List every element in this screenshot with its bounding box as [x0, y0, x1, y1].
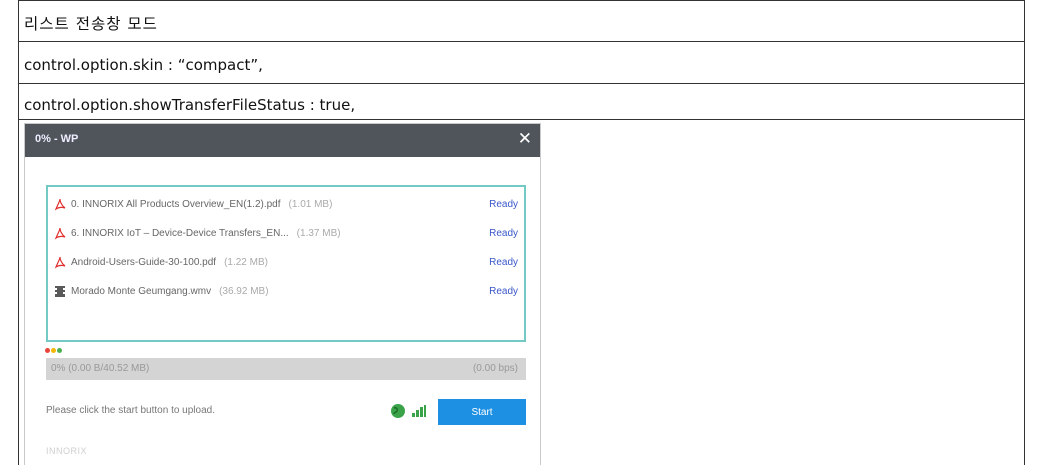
- file-row[interactable]: 6. INNORIX IoT – Device-Device Transfers…: [48, 224, 524, 246]
- pdf-icon: [54, 198, 66, 211]
- globe-icon[interactable]: [390, 403, 406, 419]
- option-skin-line: control.option.skin : “compact”,: [24, 56, 263, 74]
- file-status: Ready: [489, 199, 518, 210]
- section-heading: 리스트 전송창 모드: [24, 15, 158, 33]
- dialog-title: 0% - WP: [35, 133, 79, 145]
- file-list[interactable]: 0. INNORIX All Products Overview_EN(1.2)…: [46, 185, 526, 342]
- dialog-titlebar: 0% - WP ✕: [25, 124, 540, 157]
- file-name: 0. INNORIX All Products Overview_EN(1.2)…: [71, 199, 333, 210]
- video-file-icon: [55, 286, 65, 297]
- file-name: Android-Users-Guide-30-100.pdf (1.22 MB): [71, 257, 268, 268]
- start-button[interactable]: Start: [438, 399, 526, 425]
- transfer-speed: (0.00 bps): [472, 363, 518, 374]
- pdf-icon: [54, 256, 66, 269]
- file-name: 6. INNORIX IoT – Device-Device Transfers…: [71, 228, 341, 239]
- file-row[interactable]: 0. INNORIX All Products Overview_EN(1.2)…: [48, 195, 524, 217]
- status-dots: [45, 348, 75, 354]
- pdf-icon: [54, 227, 66, 240]
- transfer-dialog: 0% - WP ✕ 0. INNORIX All Products Overvi…: [24, 123, 541, 465]
- status-dot: [57, 348, 62, 353]
- file-status: Ready: [489, 257, 518, 268]
- status-dot: [51, 348, 56, 353]
- status-dot: [45, 348, 50, 353]
- file-name: Morado Monte Geumgang.wmv (36.92 MB): [71, 286, 269, 297]
- close-icon[interactable]: ✕: [518, 129, 532, 149]
- divider: [18, 83, 1025, 84]
- divider: [18, 41, 1025, 42]
- upload-hint: Please click the start button to upload.: [46, 405, 215, 416]
- option-status-line: control.option.showTransferFileStatus : …: [24, 96, 356, 114]
- file-size: (1.22 MB): [224, 257, 268, 268]
- file-status: Ready: [489, 286, 518, 297]
- file-status: Ready: [489, 228, 518, 239]
- file-size: (36.92 MB): [219, 286, 269, 297]
- file-size: (1.01 MB): [288, 199, 333, 210]
- file-row[interactable]: Morado Monte Geumgang.wmv (36.92 MB) Read…: [48, 282, 524, 304]
- brand-label: INNORIX: [46, 446, 88, 456]
- progress-bar: 0% (0.00 B/40.52 MB) (0.00 bps): [46, 358, 526, 380]
- divider: [18, 119, 1025, 120]
- progress-text: 0% (0.00 B/40.52 MB): [51, 363, 150, 374]
- file-row[interactable]: Android-Users-Guide-30-100.pdf (1.22 MB) …: [48, 253, 524, 275]
- file-size: (1.37 MB): [296, 228, 341, 239]
- signal-icon: [412, 405, 426, 417]
